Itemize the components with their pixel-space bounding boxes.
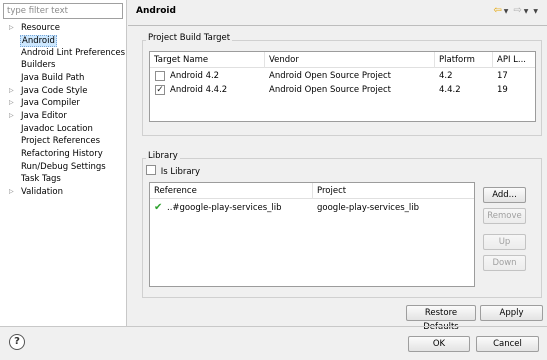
library-reference: ..#google-play-services_lib bbox=[167, 203, 282, 213]
expand-arrow-icon[interactable]: ▷ bbox=[9, 186, 20, 198]
tree-item-android[interactable]: Android bbox=[9, 35, 57, 47]
check-green-icon: ✔ bbox=[154, 202, 163, 213]
tree-item-label: Android Lint Preferences bbox=[21, 48, 126, 58]
tree-item-label: Builders bbox=[21, 60, 56, 70]
build-target-table: Target Name Vendor Platform API L... And… bbox=[149, 51, 536, 122]
help-icon[interactable]: ? bbox=[9, 334, 25, 350]
filter-input[interactable] bbox=[3, 3, 123, 19]
menu-dropdown-icon[interactable]: ▼ bbox=[533, 8, 538, 15]
tree-item-label: Project References bbox=[21, 136, 101, 146]
target-checkbox[interactable]: ✓ bbox=[155, 85, 165, 95]
is-library-label: Is Library bbox=[160, 167, 201, 177]
column-header-vendor[interactable]: Vendor bbox=[265, 52, 435, 68]
library-project: google-play-services_lib bbox=[317, 203, 420, 213]
target-checkbox[interactable] bbox=[155, 71, 165, 81]
column-header-api-level[interactable]: API L... bbox=[493, 52, 535, 68]
tree-item-project-references[interactable]: Project References bbox=[9, 135, 101, 147]
tree-item-android-lint-preferences[interactable]: Android Lint Preferences bbox=[9, 47, 126, 59]
footer-divider bbox=[0, 326, 547, 327]
column-header-reference[interactable]: Reference bbox=[150, 183, 313, 199]
tree-item-label: Run/Debug Settings bbox=[21, 162, 106, 172]
tree-item-label: Refactoring History bbox=[21, 149, 103, 159]
table-row[interactable]: ✓ Android 4.4.2 Android Open Source Proj… bbox=[150, 83, 535, 97]
table-row[interactable]: Android 4.2 Android Open Source Project … bbox=[150, 69, 535, 83]
tree-item-label: Java Code Style bbox=[21, 86, 88, 96]
table-header: Target Name Vendor Platform API L... bbox=[150, 52, 535, 68]
column-header-target-name[interactable]: Target Name bbox=[150, 52, 265, 68]
dropdown-icon[interactable]: ▼ bbox=[504, 8, 509, 15]
remove-button[interactable]: Remove bbox=[483, 208, 526, 224]
page-title: Android bbox=[136, 6, 176, 16]
header-divider bbox=[128, 25, 547, 26]
down-button[interactable]: Down bbox=[483, 255, 526, 271]
up-button[interactable]: Up bbox=[483, 234, 526, 250]
tree-item-label: Android bbox=[20, 35, 57, 47]
table-row[interactable]: ✔ ..#google-play-services_lib google-pla… bbox=[150, 201, 474, 215]
forward-arrow-icon[interactable]: ⇨ bbox=[513, 6, 521, 16]
tree-item-task-tags[interactable]: Task Tags bbox=[9, 173, 62, 185]
column-header-platform[interactable]: Platform bbox=[435, 52, 493, 68]
target-name: Android 4.4.2 bbox=[170, 85, 228, 95]
cancel-button[interactable]: Cancel bbox=[476, 336, 539, 352]
build-target-group-title: Project Build Target bbox=[146, 33, 233, 43]
android-properties-page: Android ⇦ ▼ ⇨ ▼ ▼ Project Build Target T… bbox=[128, 0, 547, 332]
tree-item-label: Task Tags bbox=[21, 174, 61, 184]
tree-item-label: Java Build Path bbox=[21, 73, 85, 83]
add-button[interactable]: Add... bbox=[483, 187, 526, 203]
tree-item-builders[interactable]: Builders bbox=[9, 59, 57, 71]
target-name: Android 4.2 bbox=[170, 71, 220, 81]
tree-item-java-build-path[interactable]: Java Build Path bbox=[9, 72, 85, 84]
page-nav-toolbar: ⇦ ▼ ⇨ ▼ ▼ bbox=[493, 4, 541, 18]
expand-arrow-icon[interactable]: ▷ bbox=[9, 22, 20, 34]
tree-item-run-debug-settings[interactable]: Run/Debug Settings bbox=[9, 161, 107, 173]
expand-arrow-icon[interactable]: ▷ bbox=[9, 97, 20, 109]
expand-arrow-icon[interactable]: ▷ bbox=[9, 110, 20, 122]
tree-item-label: Javadoc Location bbox=[21, 124, 93, 134]
target-vendor: Android Open Source Project bbox=[269, 85, 391, 95]
target-api-level: 19 bbox=[497, 85, 508, 95]
library-group-title: Library bbox=[146, 151, 180, 161]
tree-item-label: Validation bbox=[21, 187, 63, 197]
ok-button[interactable]: OK bbox=[408, 336, 470, 352]
target-api-level: 17 bbox=[497, 71, 508, 81]
column-header-project[interactable]: Project bbox=[313, 183, 474, 199]
tree-item-label: Java Editor bbox=[21, 111, 67, 121]
apply-button[interactable]: Apply bbox=[480, 305, 543, 321]
dropdown-icon[interactable]: ▼ bbox=[524, 8, 529, 15]
tree-item-java-compiler[interactable]: ▷ Java Compiler bbox=[9, 97, 81, 109]
restore-defaults-button[interactable]: Restore Defaults bbox=[406, 305, 476, 332]
back-arrow-icon[interactable]: ⇦ bbox=[493, 6, 501, 16]
library-reference-table: Reference Project ✔ ..#google-play-servi… bbox=[149, 182, 475, 287]
expand-arrow-icon[interactable]: ▷ bbox=[9, 85, 20, 97]
target-platform: 4.2 bbox=[439, 71, 453, 81]
tree-item-refactoring-history[interactable]: Refactoring History bbox=[9, 148, 104, 160]
table-header: Reference Project bbox=[150, 183, 474, 199]
preferences-tree-panel: ▷Resource Android Android Lint Preferenc… bbox=[0, 0, 127, 326]
target-vendor: Android Open Source Project bbox=[269, 71, 391, 81]
target-platform: 4.4.2 bbox=[439, 85, 461, 95]
is-library-checkbox-row[interactable]: Is Library bbox=[146, 164, 201, 177]
tree-item-javadoc-location[interactable]: Javadoc Location bbox=[9, 123, 94, 135]
tree-item-java-code-style[interactable]: ▷ Java Code Style bbox=[9, 85, 88, 97]
is-library-checkbox[interactable] bbox=[146, 165, 156, 175]
tree-item-label: Java Compiler bbox=[21, 98, 80, 108]
checkmark-icon: ✓ bbox=[156, 85, 164, 95]
tree-item-validation[interactable]: ▷ Validation bbox=[9, 186, 64, 198]
tree-item-label: Resource bbox=[21, 23, 60, 33]
tree-item-resource[interactable]: ▷ Resource bbox=[9, 22, 61, 34]
tree-item-java-editor[interactable]: ▷ Java Editor bbox=[9, 110, 68, 122]
